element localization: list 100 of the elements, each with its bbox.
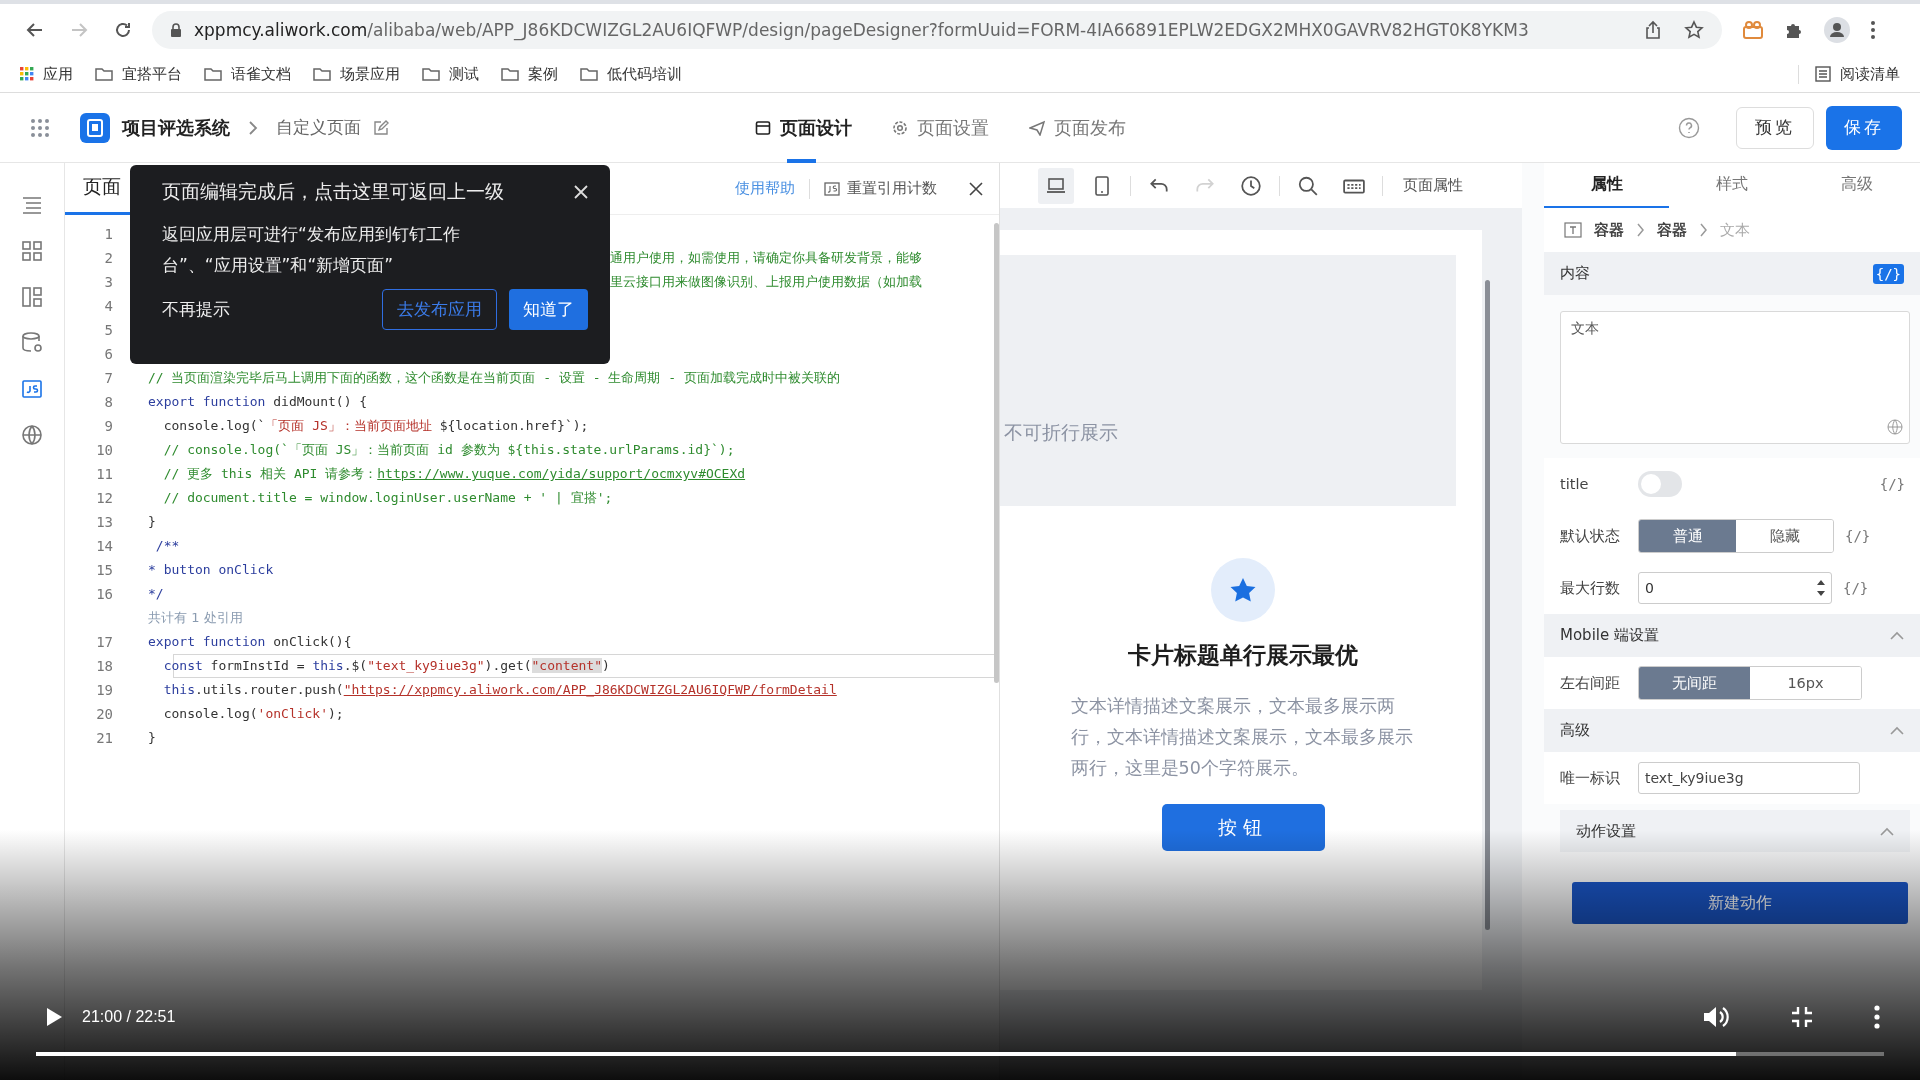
binding-toggle[interactable]: {/}	[1840, 578, 1872, 598]
section-title: 动作设置	[1576, 821, 1636, 841]
segment-option[interactable]: 无间距	[1639, 667, 1750, 699]
binding-toggle[interactable]: {/}	[1872, 263, 1904, 284]
binding-toggle[interactable]: {/}	[1842, 526, 1874, 546]
card-button[interactable]: 按钮	[1161, 804, 1325, 851]
line-number: 4	[103, 298, 113, 314]
page-properties-button[interactable]: 页面属性	[1403, 176, 1463, 195]
globe-icon[interactable]	[20, 423, 44, 447]
caret-icon[interactable]	[1890, 726, 1904, 735]
gear-icon	[892, 120, 908, 136]
address-bar[interactable]: xppmcy.aliwork.com/alibaba/web/APP_J86KDCWIZGL2AU6IQFWP/design/pageDesigner?formUuid=FORM-4IA66891EPLW2EDGX2MHX0GAVRV82HGT0K8YKM3	[152, 11, 1722, 49]
more-icon[interactable]	[1874, 1005, 1880, 1029]
section-title: Mobile 端设置	[1560, 626, 1659, 645]
text-component-icon	[1564, 222, 1582, 238]
globe-icon[interactable]	[1887, 419, 1903, 435]
segment-option[interactable]: 普通	[1639, 520, 1736, 552]
js-icon	[824, 181, 840, 196]
profile-icon[interactable]	[1824, 17, 1850, 43]
volume-icon[interactable]	[1702, 1004, 1730, 1030]
line-number: 17	[95, 634, 113, 650]
close-icon[interactable]	[969, 181, 983, 196]
caret-icon[interactable]	[1880, 826, 1894, 836]
bookmark-folder[interactable]: 测试	[422, 64, 479, 84]
popover-text: 返回应用层可进行“发布应用到钉钉工作台”、“应用设置”和“新增页面”	[162, 223, 461, 277]
bookmark-folder[interactable]: 宜搭平台	[95, 64, 182, 84]
layout-icon[interactable]	[20, 285, 44, 309]
got-it-button[interactable]: 知道了	[509, 289, 588, 330]
caret-icon[interactable]	[1890, 631, 1904, 640]
extension-icon[interactable]	[1742, 20, 1764, 40]
bookmark-folder[interactable]: 场景应用	[313, 64, 400, 84]
page-name[interactable]: 自定义页面	[276, 116, 361, 139]
exit-fullscreen-icon[interactable]	[1790, 1005, 1814, 1029]
components-icon[interactable]	[20, 239, 44, 263]
code-line: // 更多 this 相关 API 请参考：https://www.yuque.com/yida/support/ocmxyv#OCEXd	[162, 465, 746, 483]
apps-bookmark[interactable]: 应用	[20, 64, 73, 84]
bookmark-folder[interactable]: 语雀文档	[204, 64, 291, 84]
reset-count-button[interactable]: 重置引用计数	[824, 179, 937, 198]
code-line: // 当页面渲染完毕后马上调用下面的函数，这个函数是在当前页面 - 设置 - 生命周期 - 页面加载完成时中被关联的	[148, 369, 840, 387]
edit-icon[interactable]	[373, 119, 389, 136]
breadcrumb-item[interactable]: 容器	[1594, 220, 1624, 240]
binding-toggle[interactable]: {/}	[1876, 474, 1908, 494]
dismiss-link[interactable]: 不再提示	[162, 298, 230, 321]
folder-icon	[204, 67, 222, 81]
line-number: 18	[95, 658, 114, 674]
device-button[interactable]	[1038, 167, 1074, 204]
desktop-icon	[1046, 176, 1066, 195]
line-number: 6	[103, 346, 113, 362]
database-icon[interactable]	[20, 331, 44, 355]
video-time: 21:00 / 22:51	[82, 1008, 176, 1026]
play-icon[interactable]	[44, 1006, 64, 1028]
card-title: 卡片标题单行展示最优	[1128, 641, 1358, 670]
card-description: 文本详情描述文案展示，文本最多展示两行，文本详情描述文案展示，文本最多展示两行，这里是50个字符展示。	[1070, 695, 1414, 780]
bookmark-folder[interactable]: 低代码培训	[580, 64, 682, 84]
line-number: 19	[95, 682, 113, 698]
line-number: 21	[95, 730, 113, 746]
line-number: 10	[95, 442, 113, 458]
scrollbar[interactable]	[1485, 280, 1490, 930]
help-icon[interactable]	[1678, 116, 1700, 139]
history-icon[interactable]	[1240, 174, 1262, 197]
more-icon[interactable]	[1870, 20, 1876, 40]
apps-icon	[20, 67, 34, 81]
header-tab[interactable]: 页面设置	[892, 93, 989, 163]
js-icon[interactable]	[20, 377, 44, 401]
scrollbar[interactable]	[994, 223, 999, 683]
breadcrumb-item[interactable]: 容器	[1657, 220, 1687, 240]
share-icon[interactable]	[1644, 20, 1662, 40]
field-label: 左右间距	[1560, 673, 1621, 693]
lock-icon	[170, 22, 182, 38]
preview-button[interactable]: 预览	[1736, 106, 1814, 149]
action-settings-header[interactable]: 动作设置	[1560, 810, 1910, 852]
header-tab[interactable]: 页面发布	[1029, 93, 1126, 163]
save-button[interactable]: 保存	[1826, 105, 1902, 150]
new-action-button[interactable]: 新建动作	[1572, 882, 1908, 924]
line-number: 1	[103, 226, 113, 242]
chevron-icon	[1699, 223, 1708, 237]
bookmark-folder[interactable]: 案例	[501, 64, 558, 84]
id-field[interactable]: text_ky9iue3g	[1638, 762, 1860, 794]
chevron-icon	[1636, 223, 1645, 237]
card[interactable]: 卡片标题单行展示最优 文本详情描述文案展示，文本最多展示两行，文本详情描述文案展示，文本最多展示两行，这里是50个字符展示。 按钮	[1030, 506, 1456, 851]
app-grid-icon[interactable]	[30, 117, 50, 138]
line-number: 2	[103, 250, 113, 266]
panel-tab[interactable]: 高级	[1794, 163, 1920, 208]
panel-tab[interactable]: 样式	[1669, 163, 1795, 208]
header-tab[interactable]: 页面设计	[755, 93, 852, 163]
line-number: 14	[95, 538, 113, 554]
line-number: 13	[95, 514, 113, 530]
publish-button[interactable]: 去发布应用	[382, 289, 497, 330]
content-field[interactable]: 文本	[1560, 311, 1910, 444]
app-name[interactable]: 项目评选系统	[122, 115, 230, 140]
reload-icon[interactable]	[113, 20, 133, 40]
line-number: 11	[95, 466, 113, 482]
number-field[interactable]: 0	[1638, 572, 1832, 604]
search-icon[interactable]	[1297, 174, 1319, 197]
title-toggle[interactable]	[1638, 471, 1682, 497]
star-icon[interactable]	[1684, 20, 1704, 40]
folder-icon	[422, 67, 440, 81]
field-label: 唯一标识	[1560, 768, 1621, 788]
reading-list-button[interactable]: 阅读清单	[1798, 64, 1900, 84]
folder-icon	[501, 67, 519, 81]
